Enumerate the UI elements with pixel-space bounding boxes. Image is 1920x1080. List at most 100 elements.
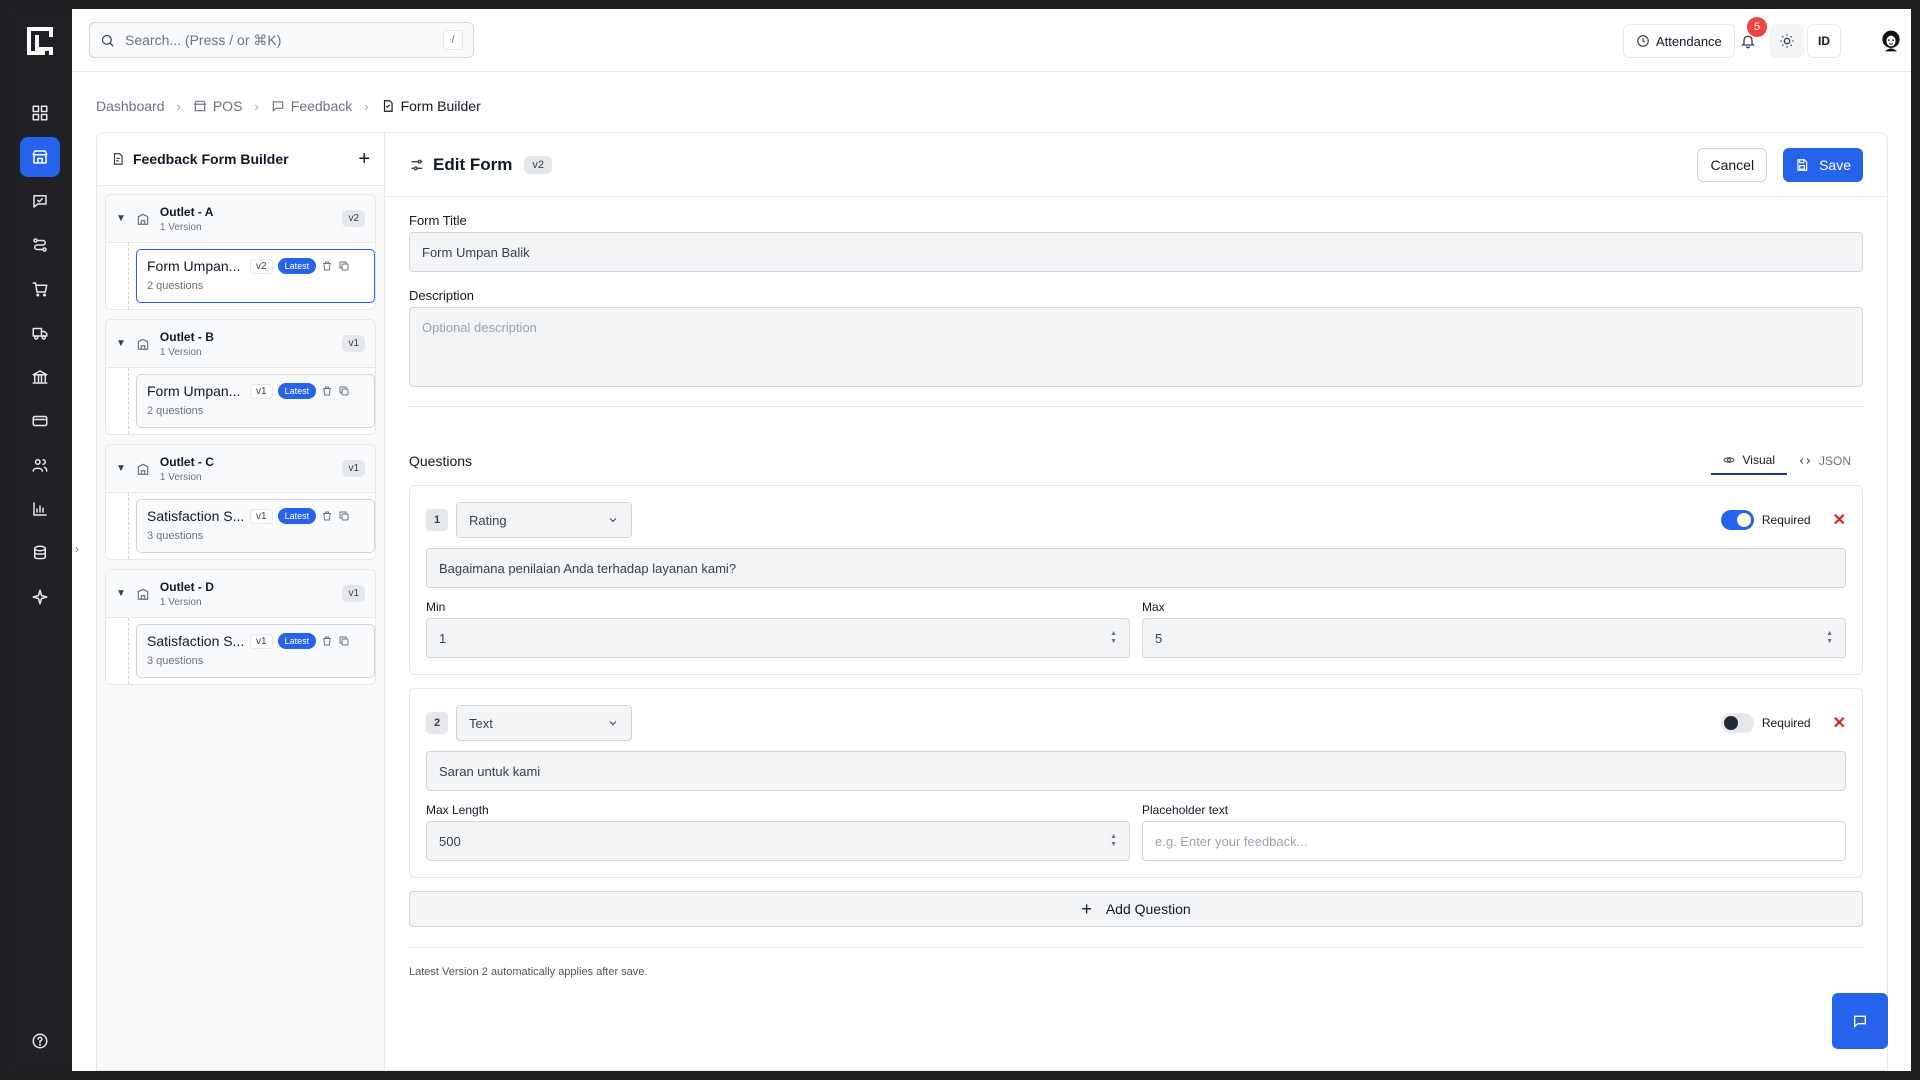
- stepper-icon[interactable]: ▲ ▼: [1110, 833, 1117, 849]
- nav-bank-icon[interactable]: [20, 357, 60, 397]
- search-placeholder: Search... (Press / or ⌘K): [125, 31, 282, 48]
- nav-store-icon[interactable]: [20, 137, 60, 177]
- search-icon: [101, 34, 114, 47]
- form-version-card[interactable]: Form Umpan... v1 Latest 2 questions: [136, 374, 375, 428]
- copy-icon[interactable]: [338, 510, 350, 522]
- form-version-card[interactable]: Satisfaction S... v1 Latest 3 questions: [136, 624, 375, 678]
- chevron-down-icon[interactable]: ▼: [116, 463, 126, 474]
- form-version-card[interactable]: Satisfaction S... v1 Latest 3 questions: [136, 499, 375, 553]
- nav-database-icon[interactable]: [20, 533, 60, 573]
- sun-icon: [1780, 34, 1794, 48]
- breadcrumb-dashboard[interactable]: Dashboard: [96, 98, 165, 114]
- question-type-select[interactable]: Rating: [456, 502, 632, 538]
- tab-visual[interactable]: Visual: [1710, 447, 1787, 475]
- breadcrumb-pos[interactable]: POS: [193, 98, 243, 114]
- form-version-name: Satisfaction S...: [147, 508, 245, 524]
- form-title-input[interactable]: Form Umpan Balik: [409, 232, 1863, 272]
- form-title-label: Form Title: [409, 213, 467, 228]
- trash-icon[interactable]: [321, 385, 333, 397]
- breadcrumb-separator: ›: [176, 98, 181, 114]
- cancel-button[interactable]: Cancel: [1697, 147, 1768, 182]
- notifications-button[interactable]: 5: [1731, 17, 1767, 58]
- outlet-group-header[interactable]: ▼ Outlet - B 1 Version v1: [106, 320, 375, 368]
- help-icon[interactable]: [20, 1021, 60, 1061]
- question-count: 2 questions: [147, 280, 204, 292]
- copy-icon[interactable]: [338, 260, 350, 272]
- app-logo[interactable]: [25, 25, 55, 57]
- stepper-icon[interactable]: ▲ ▼: [1826, 630, 1833, 646]
- placeholder-text-placeholder: e.g. Enter your feedback...: [1155, 833, 1308, 849]
- outlet-version-badge: v2: [342, 210, 365, 227]
- sidebar-expand-chevron-icon[interactable]: ›: [75, 542, 85, 556]
- save-icon: [1797, 158, 1808, 171]
- placeholder-text-input[interactable]: e.g. Enter your feedback...: [1142, 821, 1846, 861]
- required-toggle[interactable]: [1720, 510, 1754, 530]
- outlet-group-header[interactable]: ▼ Outlet - C 1 Version v1: [106, 445, 375, 493]
- trash-icon[interactable]: [321, 510, 333, 522]
- nav-cart-icon[interactable]: [20, 269, 60, 309]
- questions-label: Questions: [409, 453, 473, 469]
- nav-dashboard-icon[interactable]: [20, 93, 60, 133]
- copy-icon[interactable]: [338, 635, 350, 647]
- nav-card-icon[interactable]: [20, 401, 60, 441]
- save-button[interactable]: Save: [1783, 147, 1863, 182]
- remove-question-button[interactable]: ✕: [1833, 713, 1846, 733]
- nav-chart-icon[interactable]: [20, 489, 60, 529]
- outlet-version-count: 1 Version: [159, 221, 202, 233]
- form-builder-header: Feedback Form Builder +: [97, 133, 384, 186]
- stepper-icon[interactable]: ▲ ▼: [1110, 630, 1117, 646]
- view-tabs: Visual JSON: [1710, 447, 1863, 475]
- nav-sparkle-icon[interactable]: [20, 577, 60, 617]
- building-icon: [137, 588, 149, 600]
- editor-header: Edit Form v2 Cancel Save: [385, 133, 1887, 197]
- nav-feedback-icon[interactable]: [20, 181, 60, 221]
- theme-toggle-button[interactable]: [1770, 24, 1804, 58]
- questions-header: Questions Visual JSON: [409, 447, 1863, 475]
- add-question-button[interactable]: + Add Question: [409, 891, 1863, 927]
- tab-json[interactable]: JSON: [1787, 447, 1863, 475]
- chevron-down-icon[interactable]: ▼: [116, 338, 126, 349]
- search-input[interactable]: Search... (Press / or ⌘K) /: [89, 22, 474, 58]
- remove-question-button[interactable]: ✕: [1833, 510, 1846, 530]
- question-type-select[interactable]: Text: [456, 705, 632, 741]
- store-icon: [193, 100, 206, 112]
- copy-icon[interactable]: [338, 385, 350, 397]
- breadcrumb-separator: ›: [254, 98, 259, 114]
- latest-badge: Latest: [277, 508, 317, 524]
- outlet-version-badge: v1: [342, 335, 365, 352]
- breadcrumb-pos-label: POS: [212, 98, 243, 114]
- nav-delivery-icon[interactable]: [20, 313, 60, 353]
- chevron-down-icon[interactable]: ▼: [116, 588, 126, 599]
- outlet-name: Outlet - D: [159, 579, 214, 594]
- description-textarea[interactable]: Optional description: [409, 307, 1863, 387]
- avatar[interactable]: [1876, 26, 1906, 56]
- icon-sidebar: [9, 9, 72, 1071]
- trash-icon[interactable]: [321, 635, 333, 647]
- required-label: Required: [1761, 513, 1811, 527]
- question-text-input[interactable]: Saran untuk kami: [426, 751, 1846, 791]
- chevron-down-icon[interactable]: ▼: [116, 213, 126, 224]
- outlet-group-header[interactable]: ▼ Outlet - D 1 Version v1: [106, 570, 375, 618]
- app-window: › Search... (Press / or ⌘K) / Attendance…: [9, 9, 1911, 1071]
- nav-route-icon[interactable]: [20, 225, 60, 265]
- form-version-name: Form Umpan...: [147, 383, 241, 399]
- form-version-card[interactable]: Form Umpan... v2 Latest 2 questions: [136, 249, 375, 303]
- question-number: 2: [426, 712, 448, 734]
- chat-button[interactable]: [1832, 993, 1888, 1049]
- breadcrumb-feedback[interactable]: Feedback: [271, 98, 352, 114]
- question-text-input[interactable]: Bagaimana penilaian Anda terhadap layana…: [426, 548, 1846, 588]
- max-input[interactable]: 5 ▲ ▼: [1142, 618, 1846, 658]
- min-input[interactable]: 1 ▲ ▼: [426, 618, 1130, 658]
- add-form-button[interactable]: +: [358, 148, 370, 171]
- required-toggle[interactable]: [1720, 713, 1754, 733]
- attendance-button[interactable]: Attendance: [1623, 24, 1735, 58]
- nav-users-icon[interactable]: [20, 445, 60, 485]
- outlet-group-header[interactable]: ▼ Outlet - A 1 Version v2: [106, 195, 375, 243]
- trash-icon[interactable]: [321, 260, 333, 272]
- question-count: 3 questions: [147, 655, 204, 667]
- form-version-name: Satisfaction S...: [147, 633, 245, 649]
- max-length-input[interactable]: 500 ▲ ▼: [426, 821, 1130, 861]
- top-bar: Search... (Press / or ⌘K) / Attendance 5…: [72, 9, 1911, 72]
- language-button[interactable]: ID: [1807, 24, 1841, 58]
- outlet-group-list: ▼ Outlet - A 1 Version v2 Form Umpan...: [97, 186, 384, 702]
